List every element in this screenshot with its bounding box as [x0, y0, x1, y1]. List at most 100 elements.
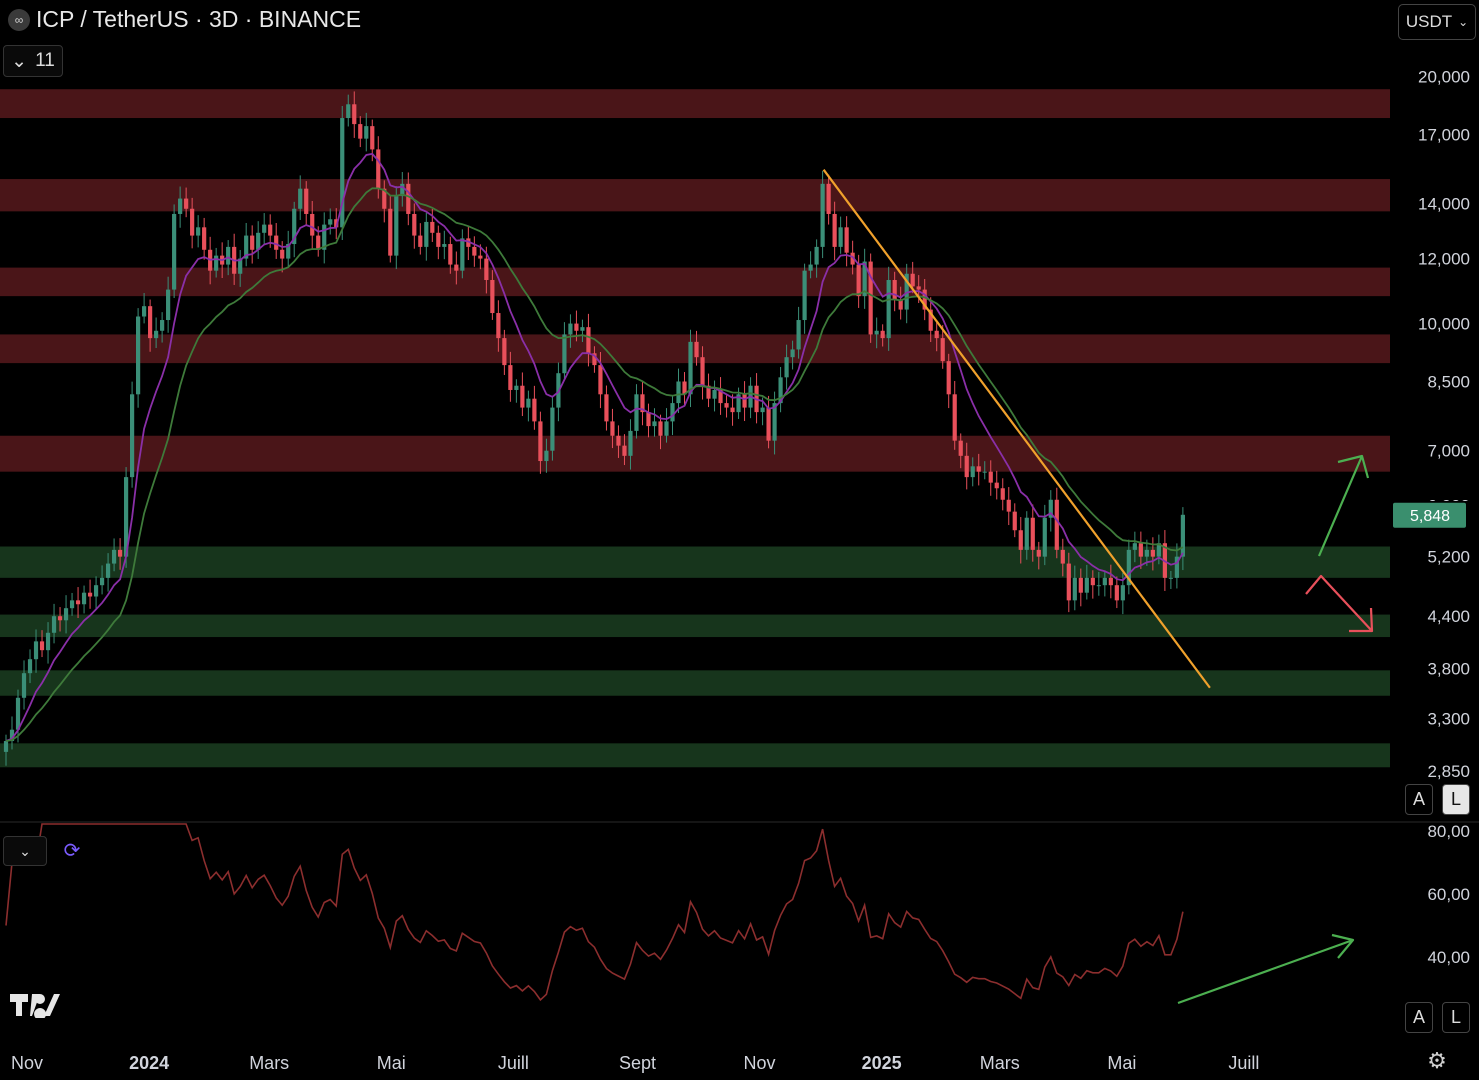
candle-body: [202, 227, 207, 250]
rsi-auto-scale-button[interactable]: A: [1405, 1002, 1433, 1033]
candle-body: [1060, 549, 1065, 564]
candle-body: [268, 224, 273, 236]
time-tick-label: Sept: [619, 1053, 656, 1073]
resistance-zone: [0, 267, 1390, 297]
price-tick-label: 7,000: [1427, 442, 1470, 461]
rsi-collapse-button[interactable]: ⌄: [3, 836, 47, 866]
candle-body: [982, 471, 987, 473]
price-tick-label: 14,000: [1418, 195, 1470, 214]
candle-body: [568, 323, 573, 335]
candle-body: [838, 227, 843, 247]
candle-body: [886, 280, 891, 339]
candle-body: [69, 600, 75, 609]
candle-body: [117, 549, 123, 557]
candle-body: [148, 306, 153, 339]
log-scale-button[interactable]: L: [1442, 784, 1470, 815]
support-zone: [0, 743, 1390, 768]
candle-body: [976, 466, 981, 472]
candle-body: [1036, 549, 1041, 557]
candle-body: [3, 741, 9, 752]
candle-body: [550, 407, 555, 451]
rsi-tick-label: 60,00: [1427, 885, 1470, 904]
auto-scale-button[interactable]: A: [1405, 784, 1433, 815]
candle-body: [814, 246, 819, 265]
candle-body: [790, 349, 795, 358]
candle-body: [45, 632, 51, 651]
gear-icon[interactable]: ⚙: [1424, 1048, 1450, 1074]
candle-body: [406, 183, 411, 214]
price-zones: [0, 89, 1390, 768]
price-tick-label: 3,300: [1427, 710, 1470, 729]
candle-body: [952, 394, 957, 441]
tradingview-logo-icon: [10, 992, 60, 1023]
candle-body: [1144, 549, 1149, 557]
candle-body: [688, 341, 693, 395]
time-tick-label: Juill: [498, 1053, 529, 1073]
rsi-divergence-arrow: [1177, 933, 1355, 1005]
candle-body: [1102, 577, 1107, 586]
candle-body: [670, 403, 675, 422]
candle-body: [628, 430, 633, 456]
candle-body: [1132, 543, 1137, 550]
candle-body: [892, 280, 897, 300]
chevron-down-icon: ⌄: [1458, 15, 1469, 29]
candle-body: [784, 357, 789, 378]
candle-body: [1006, 499, 1011, 512]
candle-body: [934, 330, 939, 339]
candle-body: [532, 398, 537, 422]
candle-body: [352, 104, 357, 125]
candle-body: [742, 394, 747, 408]
candle-body: [808, 264, 813, 271]
candle-body: [376, 149, 381, 189]
resistance-zone: [0, 179, 1390, 212]
candle-body: [472, 246, 477, 256]
candle-body: [304, 188, 309, 214]
candle-body: [27, 659, 33, 674]
candle-body: [700, 357, 705, 386]
candle-body: [448, 244, 453, 265]
candle-body: [1180, 514, 1185, 557]
candle-body: [910, 273, 915, 287]
candle-body: [310, 213, 315, 236]
candle-body: [994, 482, 999, 489]
indicators-toggle-button[interactable]: ⌄ 11: [3, 45, 63, 77]
rsi-pane: [5, 823, 1355, 1005]
candle-body: [430, 221, 435, 233]
rsi-log-scale-button[interactable]: L: [1442, 1002, 1470, 1033]
candle-body: [298, 188, 303, 209]
price-tick-label: 10,000: [1418, 315, 1470, 334]
price-tick-label: 2,850: [1427, 762, 1470, 781]
candle-body: [538, 421, 543, 462]
support-zone: [0, 670, 1390, 696]
candle-body: [1000, 488, 1005, 500]
price-tick-label: 12,000: [1418, 250, 1470, 269]
candle-body: [964, 455, 969, 478]
candle-body: [15, 697, 21, 730]
candle-body: [250, 235, 255, 250]
candle-body: [190, 208, 195, 236]
candle-body: [478, 255, 483, 259]
symbol-header[interactable]: ∞ ICP / TetherUS · 3D · BINANCE: [8, 6, 361, 33]
candle-body: [196, 227, 201, 236]
candle-body: [1042, 517, 1047, 557]
candle-body: [844, 227, 849, 253]
candle-body: [490, 280, 495, 314]
candle-body: [460, 238, 465, 271]
candle-body: [1138, 543, 1143, 557]
candle-body: [820, 183, 825, 247]
price-tick-label: 20,000: [1418, 68, 1470, 87]
candle-body: [580, 327, 585, 331]
rsi-tick-label: 40,00: [1427, 948, 1470, 967]
candle-body: [1072, 577, 1077, 601]
refresh-icon[interactable]: ⟳: [60, 838, 84, 862]
candle-body: [880, 330, 885, 339]
candle-body: [136, 316, 141, 395]
candle-body: [544, 450, 549, 462]
candle-body: [946, 361, 951, 395]
chart-canvas[interactable]: 20,000 17,000 14,000 12,000 10,000 8,500 7,000…: [0, 0, 1479, 1080]
currency-selector[interactable]: USDT ⌄: [1398, 4, 1476, 40]
candle-body: [574, 323, 579, 331]
candle-body: [1066, 563, 1071, 601]
resistance-zone: [0, 435, 1390, 472]
candle-body: [412, 213, 417, 236]
